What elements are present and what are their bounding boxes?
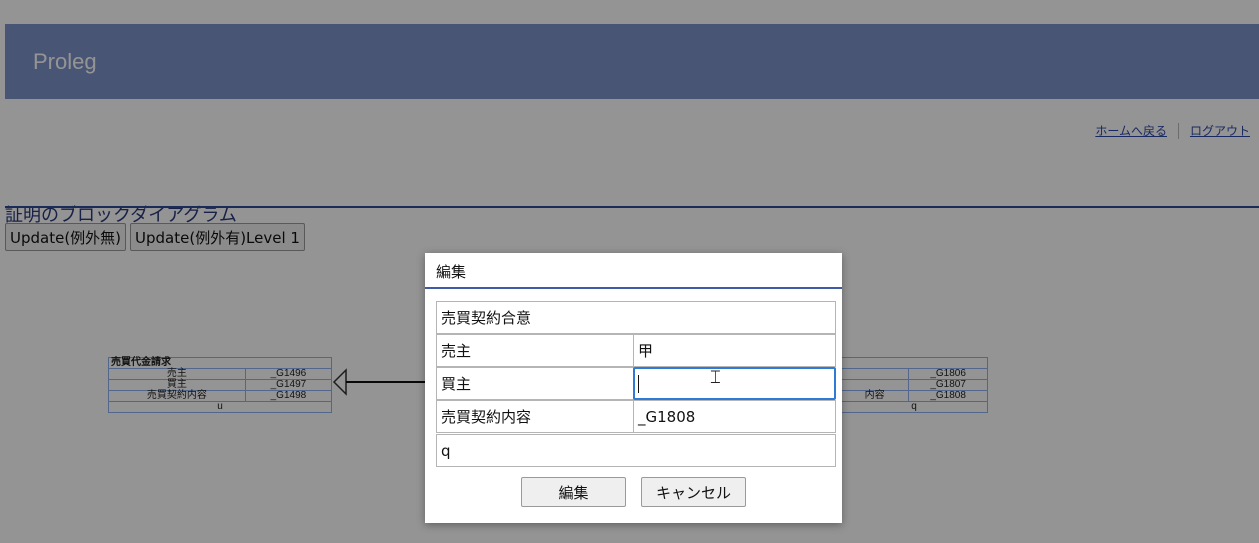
edit-modal: 編集 売買契約合意 売主 甲 買主 売買契約内容 _G1808 q ⌶ 編集 キ… (425, 253, 842, 523)
text-cursor-icon: ⌶ (710, 367, 721, 388)
cancel-button[interactable]: キャンセル (641, 477, 746, 507)
modal-title-rule (425, 287, 842, 289)
buyer-label: 買主 (436, 367, 634, 400)
seller-field[interactable]: 甲 (633, 334, 836, 367)
text-caret (638, 375, 639, 393)
footer-field[interactable]: q (436, 434, 836, 467)
contract-field[interactable]: _G1808 (633, 400, 836, 433)
edit-button[interactable]: 編集 (521, 477, 626, 507)
buyer-field[interactable] (633, 367, 836, 400)
contract-label: 売買契約内容 (436, 400, 634, 433)
modal-title: 編集 (436, 263, 467, 281)
seller-label: 売主 (436, 334, 634, 367)
rule-name-field[interactable]: 売買契約合意 (436, 301, 836, 334)
